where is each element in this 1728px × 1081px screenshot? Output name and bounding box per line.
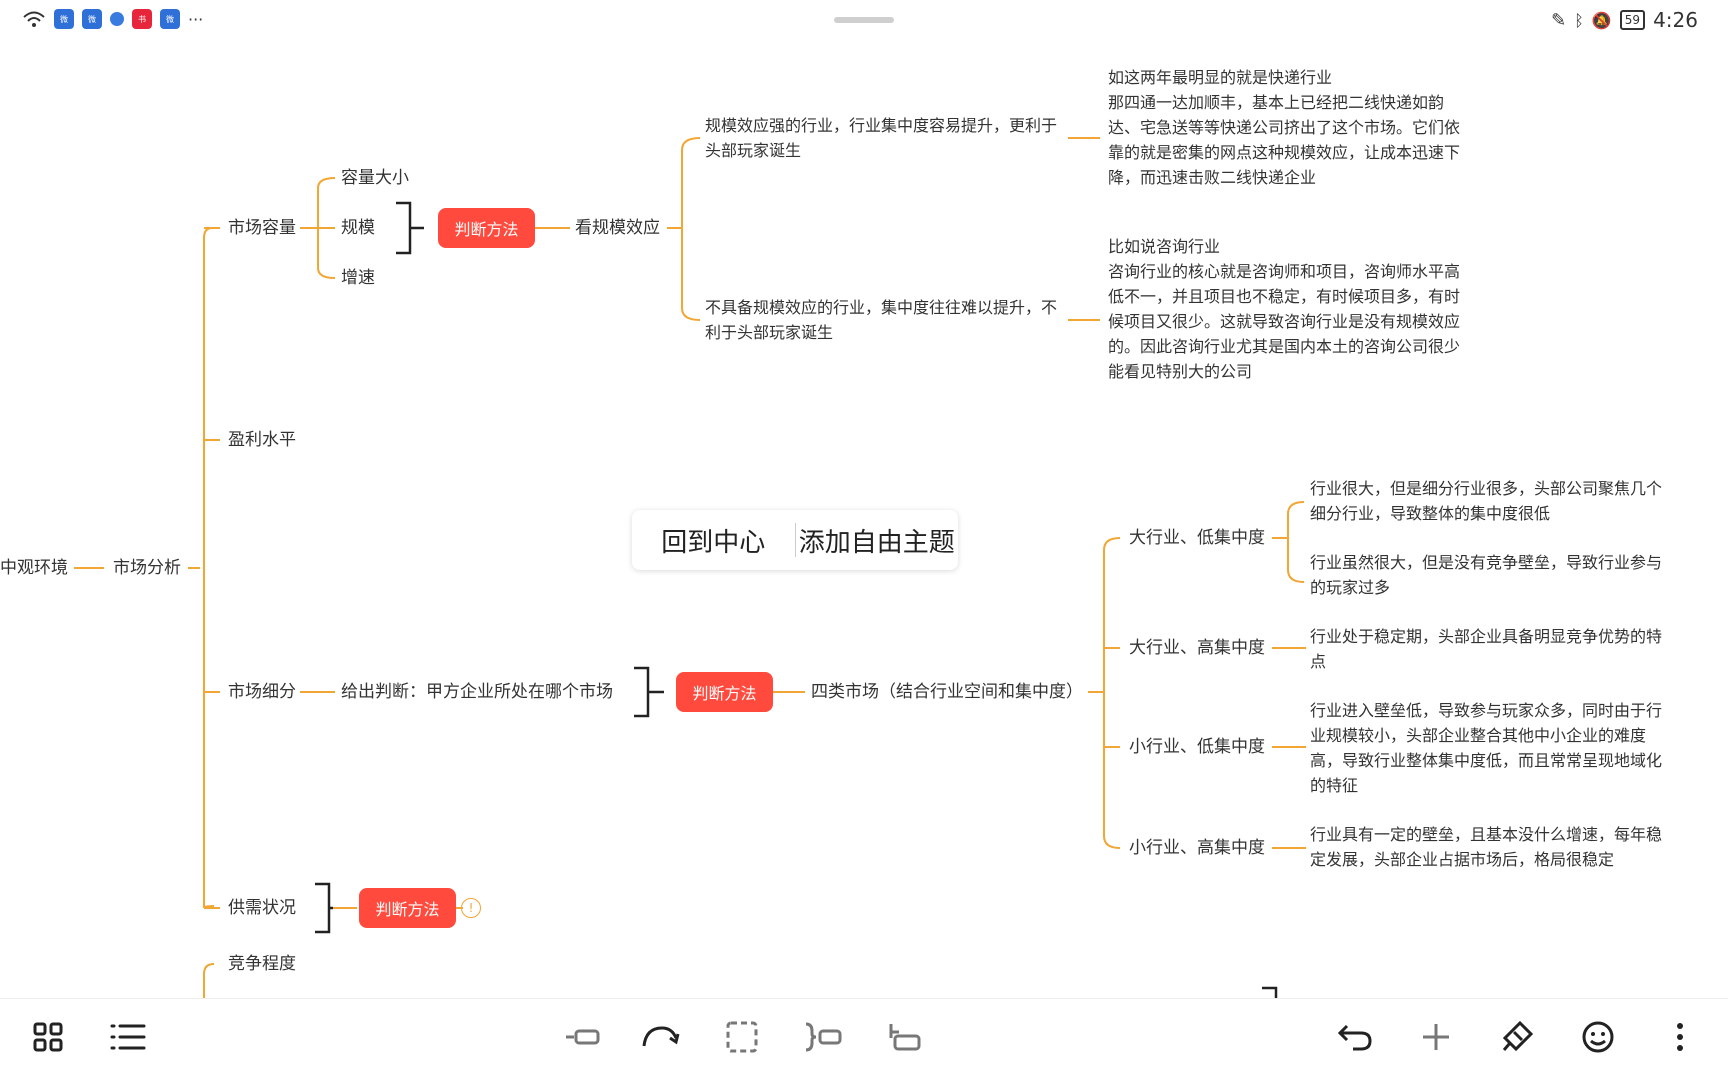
- summary-icon[interactable]: [802, 1017, 842, 1057]
- more-notifications-icon: ···: [188, 9, 204, 29]
- small-high-node[interactable]: 小行业、高集中度: [1129, 837, 1265, 859]
- big-low-reason-2[interactable]: 行业虽然很大，但是没有竞争壁垒，导致行业参与的玩家过多: [1310, 550, 1670, 600]
- mindmap-canvas[interactable]: 中观环境 市场分析 市场容量 容量大小 规模 增速 判断方法 看规模效应 规模效…: [0, 40, 1728, 998]
- strong-scale-example-node[interactable]: 如这两年最明显的就是快递行业 那四通一达加顺丰，基本上已经把二线快递如韵达、宅急…: [1108, 65, 1468, 190]
- battery-icon: 59: [1619, 10, 1646, 30]
- mute-icon: 🔕: [1591, 10, 1612, 30]
- app-notification-icon: 书: [132, 9, 152, 29]
- small-low-reason[interactable]: 行业进入壁垒低，导致参与玩家众多，同时由于行业规模较小，头部企业整合其他中小企业…: [1310, 698, 1672, 798]
- insert-child-icon[interactable]: [562, 1017, 602, 1057]
- wifi-icon: [23, 11, 45, 27]
- redo-arrow-icon[interactable]: [640, 1017, 680, 1057]
- small-high-reason[interactable]: 行业具有一定的壁垒，且基本没什么增速，每年稳定发展，头部企业占据市场后，格局很稳…: [1310, 822, 1672, 872]
- judge-method-pill[interactable]: 判断方法: [676, 672, 773, 712]
- give-judgment-node[interactable]: 给出判断：甲方企业所处在哪个市场: [341, 681, 613, 703]
- drag-handle[interactable]: [834, 17, 894, 23]
- outline-icon[interactable]: [108, 1017, 148, 1057]
- status-left: 微 微 书 微 ···: [22, 9, 203, 29]
- grid-icon[interactable]: [28, 1017, 68, 1057]
- app-notification-icon: 微: [160, 9, 180, 29]
- competition-node[interactable]: 竞争程度: [228, 953, 296, 975]
- more-vertical-icon[interactable]: [1660, 1017, 1700, 1057]
- scale-node[interactable]: 规模: [341, 217, 375, 239]
- bottom-toolbar: [0, 998, 1728, 1081]
- app-notification-icon: 微: [54, 9, 74, 29]
- small-low-node[interactable]: 小行业、低集中度: [1129, 736, 1265, 758]
- supply-demand-node[interactable]: 供需状况: [228, 897, 296, 919]
- emoji-icon[interactable]: [1578, 1017, 1618, 1057]
- undo-icon[interactable]: [1335, 1017, 1375, 1057]
- app-notification-icon: 微: [82, 9, 102, 29]
- big-low-node[interactable]: 大行业、低集中度: [1129, 527, 1265, 549]
- floating-menu: 回到中心 添加自由主题: [632, 510, 958, 570]
- big-low-reason-1[interactable]: 行业很大，但是细分行业很多，头部公司聚焦几个细分行业，导致整体的集中度很低: [1310, 476, 1670, 526]
- big-high-node[interactable]: 大行业、高集中度: [1129, 637, 1265, 659]
- big-high-reason[interactable]: 行业处于稳定期，头部企业具备明显竞争优势的特点: [1310, 624, 1670, 674]
- market-capacity-node[interactable]: 市场容量: [228, 217, 296, 239]
- clock: 4:26: [1653, 8, 1698, 32]
- judge-method-pill[interactable]: 判断方法: [438, 208, 535, 248]
- select-box-icon[interactable]: [722, 1017, 762, 1057]
- market-segment-node[interactable]: 市场细分: [228, 681, 296, 703]
- judge-method-pill[interactable]: 判断方法: [359, 888, 456, 928]
- no-scale-node[interactable]: 不具备规模效应的行业，集中度往往难以提升，不利于头部玩家诞生: [705, 295, 1070, 345]
- root-node[interactable]: 中观环境: [0, 557, 68, 579]
- info-icon[interactable]: !: [461, 898, 481, 918]
- app-notification-icon: [110, 12, 124, 26]
- profit-level-node[interactable]: 盈利水平: [228, 429, 296, 451]
- pen-icon: ✎: [1551, 9, 1567, 31]
- market-analysis-node[interactable]: 市场分析: [113, 557, 181, 579]
- look-scale-effect-node[interactable]: 看规模效应: [575, 217, 660, 239]
- add-free-topic-button[interactable]: 添加自由主题: [796, 522, 959, 559]
- insert-sibling-icon[interactable]: [884, 1017, 924, 1057]
- status-right: ✎ ᛒ 🔕 59 4:26: [1551, 8, 1698, 32]
- no-scale-example-node[interactable]: 比如说咨询行业 咨询行业的核心就是咨询师和项目，咨询师水平高低不一，并且项目也不…: [1108, 234, 1468, 384]
- growth-node[interactable]: 增速: [341, 267, 375, 289]
- back-to-center-button[interactable]: 回到中心: [632, 522, 795, 559]
- capacity-size-node[interactable]: 容量大小: [341, 167, 409, 189]
- strong-scale-node[interactable]: 规模效应强的行业，行业集中度容易提升，更利于头部玩家诞生: [705, 113, 1070, 163]
- four-markets-node[interactable]: 四类市场（结合行业空间和集中度）: [811, 681, 1083, 703]
- add-icon[interactable]: [1416, 1017, 1456, 1057]
- bluetooth-icon: ᛒ: [1574, 10, 1584, 30]
- style-brush-icon[interactable]: [1497, 1017, 1537, 1057]
